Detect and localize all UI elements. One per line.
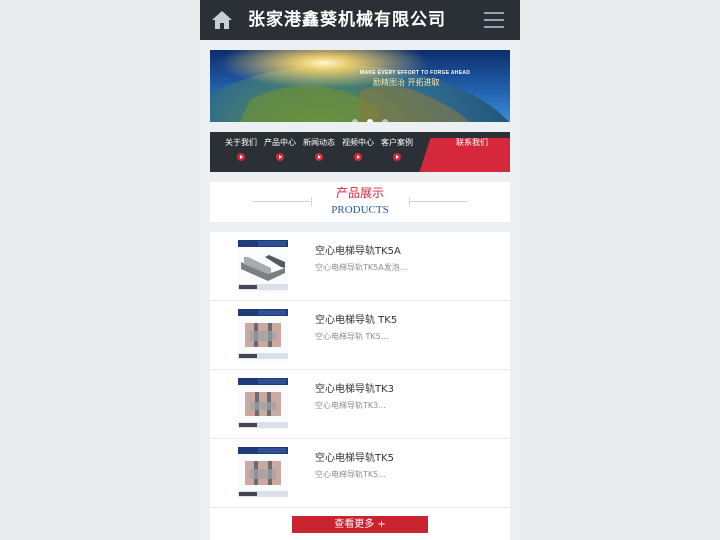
carousel-dot[interactable] — [352, 119, 358, 122]
arrow-right-icon — [354, 153, 362, 161]
product-name[interactable]: 空心电梯导轨 TK5 — [315, 314, 397, 327]
section-title-en: PRODUCTS — [331, 204, 389, 216]
banner-slogan-en: MAKE EVERY EFFORT TO FORGE AHEAD — [360, 70, 471, 76]
cert-icon — [239, 285, 257, 289]
home-icon[interactable] — [210, 8, 234, 32]
hamburger-menu-icon[interactable] — [484, 11, 504, 29]
carousel-dot[interactable] — [382, 119, 388, 122]
product-item[interactable]: 空心电梯导轨 TK5 空心电梯导轨 TK5... — [210, 301, 510, 370]
product-item[interactable]: 空心电梯导轨TK5A 空心电梯导轨TK5A发泡... — [210, 232, 510, 301]
view-more-button[interactable]: 查看更多 + — [292, 516, 428, 533]
cert-icon — [239, 492, 257, 496]
product-desc: 空心电梯导轨TK5... — [315, 470, 386, 479]
cert-icon — [239, 354, 257, 358]
banner-carousel[interactable]: MAKE EVERY EFFORT TO FORGE AHEAD 励精图治 开拓… — [210, 50, 510, 122]
nav-item-products[interactable]: 产品中心 — [261, 132, 299, 172]
divider — [252, 201, 310, 202]
nav-label: 关于我们 — [225, 138, 257, 147]
nav-item-videos[interactable]: 视频中心 — [339, 132, 377, 172]
product-thumbnail[interactable] — [238, 240, 288, 292]
cert-icon — [239, 423, 257, 427]
main-nav: 关于我们 产品中心 新闻动态 视频中心 客户案例 联系我们 — [210, 132, 510, 172]
product-desc: 空心电梯导轨 TK5... — [315, 332, 389, 341]
nav-item-cases[interactable]: 客户案例 — [378, 132, 416, 172]
section-title-cn: 产品展示 — [335, 186, 384, 200]
product-thumbnail[interactable] — [238, 378, 288, 430]
nav-label: 新闻动态 — [303, 138, 335, 147]
products-section-heading: 产品展示 PRODUCTS — [210, 182, 510, 222]
product-list: 空心电梯导轨TK5A 空心电梯导轨TK5A发泡... 空心电梯导轨 TK5 空心… — [210, 232, 510, 540]
product-thumbnail[interactable] — [238, 309, 288, 361]
product-desc: 空心电梯导轨TK5A发泡... — [315, 263, 408, 272]
mobile-page: 张家港鑫葵机械有限公司 MAKE EVERY EFFORT TO FORGE A… — [200, 0, 520, 540]
divider — [410, 201, 468, 202]
product-name[interactable]: 空心电梯导轨TK5A — [315, 245, 401, 258]
product-thumbnail[interactable] — [238, 447, 288, 499]
carousel-dot-active[interactable] — [367, 119, 373, 122]
arrow-right-icon — [237, 153, 245, 161]
product-name[interactable]: 空心电梯导轨TK5 — [315, 452, 394, 465]
product-item[interactable]: 空心电梯导轨TK5 空心电梯导轨TK5... — [210, 439, 510, 508]
nav-item-about[interactable]: 关于我们 — [222, 132, 260, 172]
product-item[interactable]: 空心电梯导轨TK3 空心电梯导轨TK3... — [210, 370, 510, 439]
carousel-dots — [352, 110, 397, 122]
nav-item-news[interactable]: 新闻动态 — [300, 132, 338, 172]
banner-slogan-cn: 励精图治 开拓进取 — [373, 78, 440, 87]
arrow-right-icon — [276, 153, 284, 161]
nav-label: 客户案例 — [381, 138, 413, 147]
arrow-right-icon — [393, 153, 401, 161]
arrow-right-icon — [315, 153, 323, 161]
site-title: 张家港鑫葵机械有限公司 — [248, 10, 446, 30]
product-desc: 空心电梯导轨TK3... — [315, 401, 386, 410]
site-header: 张家港鑫葵机械有限公司 — [200, 0, 520, 40]
nav-label: 视频中心 — [342, 138, 374, 147]
nav-label: 产品中心 — [264, 138, 296, 147]
product-name[interactable]: 空心电梯导轨TK3 — [315, 383, 394, 396]
nav-item-contact[interactable]: 联系我们 — [442, 138, 502, 148]
